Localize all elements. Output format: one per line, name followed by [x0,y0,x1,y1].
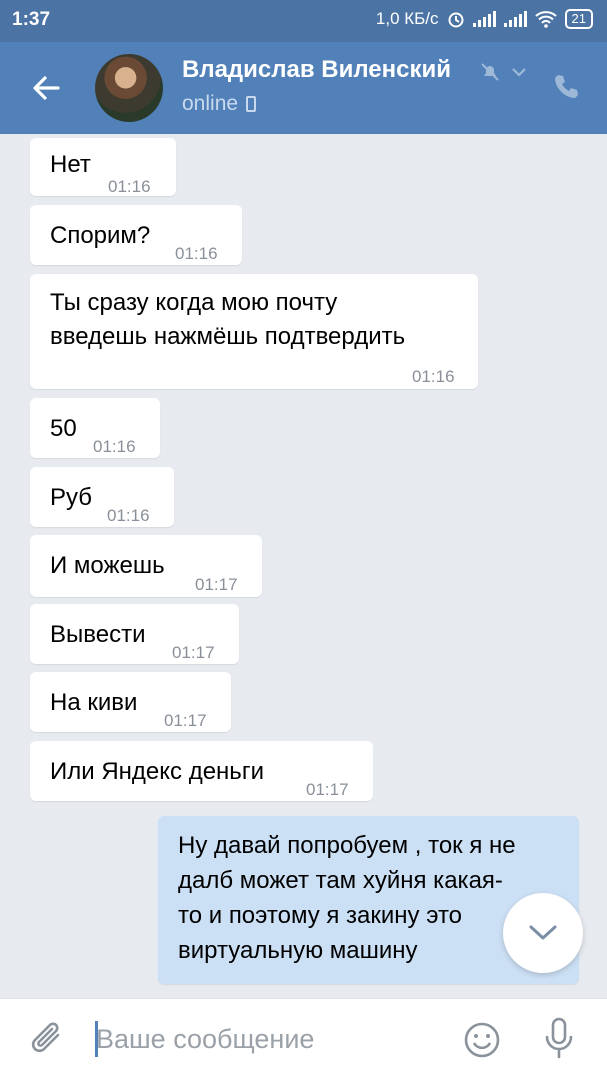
battery-indicator: 21 [564,9,593,29]
message-list[interactable]: Нет 01:16 Спорим? 01:16 Ты сразу когда м… [0,134,607,998]
message-text: Ну давай попробуем , ток я не далб может… [178,828,516,968]
message-text: Нет [50,151,91,178]
message-bubble: Нет 01:16 [30,138,176,196]
message-composer: Ваше сообщение [0,998,607,1081]
message-text: Руб [50,484,93,511]
contact-name[interactable]: Владислав Виленский [182,56,451,84]
message-time: 01:16 [175,244,218,263]
alarm-icon [448,12,464,28]
wifi-icon [534,11,557,28]
message-bubble: И можешь 01:17 [30,535,262,597]
arrow-left-icon[interactable] [28,70,64,106]
message-line: далб может там хуйня какая- [178,867,503,894]
message-time: 01:17 [172,643,215,662]
scroll-down-icon [529,925,557,940]
chat-header: Владислав Виленский online [0,42,607,134]
message-line: то и поэтому я закину это [178,902,463,929]
message-time: 01:16 [93,437,136,456]
message-text: Спорим? [50,222,151,249]
status-time: 1:37 [12,9,51,30]
message-bubble: Руб 01:16 [30,467,174,527]
message-line: виртуальную машину [178,937,418,964]
status-icons: 1,0 КБ/с 21 [376,9,593,29]
paperclip-icon[interactable] [30,1021,66,1061]
message-time: 01:17 [195,575,238,594]
message-text: Вывести [50,621,146,648]
message-bubble: Ты сразу когда мою почту введешь нажмёшь… [30,274,478,389]
message-time: 01:16 [107,506,150,525]
mobile-icon [246,96,257,112]
online-status: online [182,92,239,115]
phone-icon[interactable] [551,72,581,102]
chevron-down-icon[interactable] [511,66,527,78]
network-speed: 1,0 КБ/с [375,9,439,28]
message-bubble: 50 01:16 [30,398,160,458]
message-bubble: Вывести 01:17 [30,604,239,664]
message-bubble: Или Яндекс деньги 01:17 [30,741,373,801]
message-text: 50 [50,415,77,442]
status-bar: 1:37 1,0 КБ/с 21 [0,0,607,42]
avatar[interactable] [95,54,163,122]
message-time: 01:16 [412,367,455,386]
message-text: И можешь [50,552,165,579]
message-bubble: На киви 01:17 [30,672,231,732]
contact-status: online [182,92,257,116]
message-bubble: Спорим? 01:16 [30,205,242,265]
message-time: 01:17 [306,780,349,799]
smile-icon[interactable] [463,1021,501,1059]
message-input[interactable]: Ваше сообщение [96,1024,314,1055]
message-line: введешь нажмёшь подтвердить [50,323,406,350]
microphone-icon[interactable] [542,1017,576,1061]
message-line: Ты сразу когда мою почту [50,289,338,316]
muted-bell-icon [481,63,499,81]
signal-icon-2 [503,11,527,27]
scroll-down-button[interactable] [503,893,583,973]
message-text: Или Яндекс деньги [50,758,264,785]
signal-icon [472,11,496,27]
message-time: 01:17 [164,711,207,730]
message-text: На киви [50,689,138,716]
message-text: Ты сразу когда мою почту введешь нажмёшь… [50,286,405,354]
message-line: Ну давай попробуем , ток я не [178,832,516,859]
message-time: 01:16 [108,177,151,196]
